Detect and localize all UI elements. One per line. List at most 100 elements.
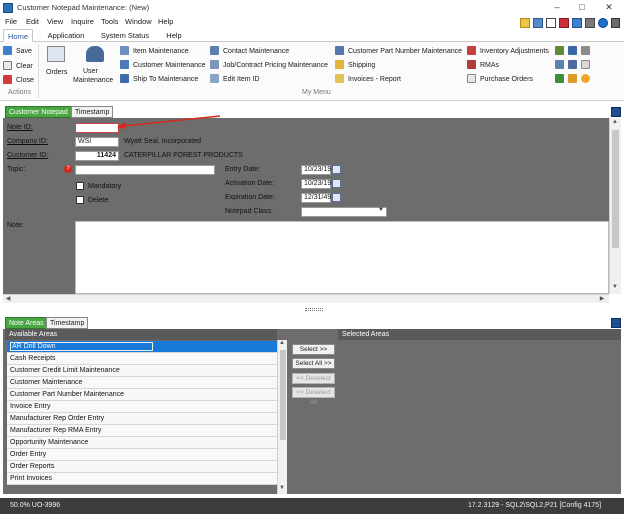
- available-list-scrollbar[interactable]: ▲ ▼: [277, 340, 287, 494]
- list-scroll-down-arrow[interactable]: ▼: [278, 485, 286, 491]
- menu-help[interactable]: Help: [158, 17, 173, 26]
- activation-date-calendar-icon[interactable]: [332, 179, 341, 188]
- company-id-field[interactable]: WSI: [75, 137, 119, 147]
- tab-customer-notepad[interactable]: Customer Notepad: [5, 106, 72, 118]
- customer-id-field[interactable]: 11424: [75, 151, 119, 161]
- help-icon[interactable]: [598, 18, 608, 28]
- list-item[interactable]: Cash Receipts: [7, 353, 277, 365]
- expiration-date-calendar-icon[interactable]: [332, 193, 341, 202]
- contact-maintenance-link[interactable]: Contact Maintenance: [210, 46, 289, 57]
- deselect-button[interactable]: << Deselect: [292, 373, 335, 384]
- gear-blue-icon[interactable]: [568, 46, 577, 55]
- panel-menu-icon[interactable]: [611, 107, 621, 117]
- selected-areas-list[interactable]: [338, 340, 621, 494]
- topic-field[interactable]: [75, 165, 215, 175]
- list-item[interactable]: Opportunity Maintenance: [7, 437, 277, 449]
- orders-icon: [47, 46, 65, 62]
- list-item[interactable]: Order Entry: [7, 449, 277, 461]
- select-button[interactable]: Select >>: [292, 344, 335, 355]
- activation-date-field[interactable]: 10/23/19: [301, 179, 331, 189]
- deselect-all-button[interactable]: << Deselect All: [292, 387, 335, 406]
- annotation-arrow: [117, 115, 221, 129]
- expiration-date-field[interactable]: 12/31/49: [301, 193, 331, 203]
- list-item[interactable]: Manufacturer Rep RMA Entry: [7, 425, 277, 437]
- clear-action[interactable]: Clear: [3, 61, 33, 72]
- grid-icon[interactable]: [533, 18, 543, 28]
- scroll-down-arrow[interactable]: ▼: [611, 284, 619, 290]
- scroll-thumb[interactable]: [612, 130, 619, 248]
- tab-note-areas[interactable]: Note Areas: [5, 317, 48, 329]
- box-icon[interactable]: [568, 74, 577, 83]
- flag-icon[interactable]: [559, 18, 569, 28]
- close-window-button[interactable]: ✕: [598, 1, 620, 14]
- menu-view[interactable]: View: [47, 17, 63, 26]
- tab-help[interactable]: Help: [162, 29, 186, 42]
- upper-vertical-scrollbar[interactable]: ▲ ▼: [609, 118, 621, 294]
- scroll-up-arrow[interactable]: ▲: [611, 119, 619, 125]
- user-maintenance-line2[interactable]: Maintenance: [73, 75, 113, 86]
- note-textarea[interactable]: [75, 221, 609, 294]
- list-item[interactable]: Manufacturer Rep Order Entry: [7, 413, 277, 425]
- grid-gray-icon[interactable]: [581, 46, 590, 55]
- tab-home[interactable]: Home: [3, 29, 33, 42]
- people-icon[interactable]: [555, 60, 564, 69]
- list-item[interactable]: Customer Part Number Maintenance: [7, 389, 277, 401]
- cart-icon[interactable]: [555, 74, 564, 83]
- list-item-selected[interactable]: AR Drill Down: [7, 341, 277, 353]
- tab-application[interactable]: Application: [44, 29, 88, 42]
- upper-horizontal-scrollbar[interactable]: ◀ ▶: [3, 294, 609, 303]
- customer-maintenance-link[interactable]: Customer Maintenance: [120, 60, 205, 71]
- shipping-link[interactable]: Shipping: [335, 60, 375, 71]
- list-scroll-thumb[interactable]: [280, 350, 286, 440]
- save-action[interactable]: Save: [3, 46, 32, 57]
- window-icon[interactable]: [572, 18, 582, 28]
- list-item[interactable]: Customer Credit Limit Maintenance: [7, 365, 277, 377]
- rmas-link[interactable]: RMAs: [467, 60, 499, 71]
- delete-checkbox[interactable]: [76, 196, 84, 204]
- notepad-class-select[interactable]: [301, 207, 387, 217]
- menu-window[interactable]: Window: [125, 17, 152, 26]
- minimize-button[interactable]: –: [546, 1, 568, 14]
- list-item[interactable]: Customer Maintenance: [7, 377, 277, 389]
- star-icon[interactable]: [581, 74, 590, 83]
- panel-splitter[interactable]: [305, 308, 323, 311]
- maximize-button[interactable]: □: [571, 1, 593, 14]
- purchase-orders-link[interactable]: Purchase Orders: [467, 74, 533, 85]
- tab-timestamp-lower[interactable]: Timestamp: [46, 317, 89, 329]
- menu-inquire[interactable]: Inquire: [71, 17, 94, 26]
- list-item[interactable]: Order Reports: [7, 461, 277, 473]
- close-action[interactable]: Close: [3, 75, 34, 86]
- invoices-report-link[interactable]: Invoices - Report: [335, 74, 401, 85]
- menu-file[interactable]: File: [5, 17, 17, 26]
- orders-button[interactable]: Orders: [46, 67, 67, 78]
- inventory-adjustments-link[interactable]: Inventory Adjustments: [467, 46, 549, 57]
- org-icon[interactable]: [568, 60, 577, 69]
- tab-timestamp-upper[interactable]: Timestamp: [71, 106, 114, 118]
- select-all-button[interactable]: Select All >>: [292, 358, 335, 369]
- tool-icon[interactable]: [520, 18, 530, 28]
- tab-system-status[interactable]: System Status: [99, 29, 151, 42]
- list-scroll-up-arrow[interactable]: ▲: [278, 340, 286, 346]
- scroll-left-arrow[interactable]: ◀: [4, 295, 12, 302]
- scroll-right-arrow[interactable]: ▶: [598, 295, 606, 302]
- list-item[interactable]: Print Invoices: [7, 473, 277, 485]
- list-item[interactable]: Invoice Entry: [7, 401, 277, 413]
- ship-to-maintenance-link[interactable]: Ship To Maintenance: [120, 74, 198, 85]
- clear-label: Clear: [16, 63, 33, 70]
- mandatory-checkbox[interactable]: [76, 182, 84, 190]
- tree-icon[interactable]: [555, 46, 564, 55]
- job-contract-pricing-link[interactable]: Job/Contract Pricing Maintenance: [210, 60, 328, 71]
- entry-date-calendar-icon[interactable]: [332, 165, 341, 174]
- save-icon[interactable]: [546, 18, 556, 28]
- settings-icon[interactable]: [585, 18, 595, 28]
- edit-item-id-link[interactable]: Edit Item ID: [210, 74, 260, 85]
- company-id-label: Company ID:: [7, 138, 48, 145]
- document-icon[interactable]: [581, 60, 590, 69]
- entry-date-field[interactable]: 10/23/19: [301, 165, 331, 175]
- menu-tools[interactable]: Tools: [101, 17, 119, 26]
- item-maintenance-link[interactable]: Item Maintenance: [120, 46, 189, 57]
- menu-edit[interactable]: Edit: [26, 17, 39, 26]
- lower-panel-menu-icon[interactable]: [611, 318, 621, 328]
- dropdown-icon[interactable]: [611, 18, 620, 28]
- customer-part-number-link[interactable]: Customer Part Number Maintenance: [335, 46, 462, 57]
